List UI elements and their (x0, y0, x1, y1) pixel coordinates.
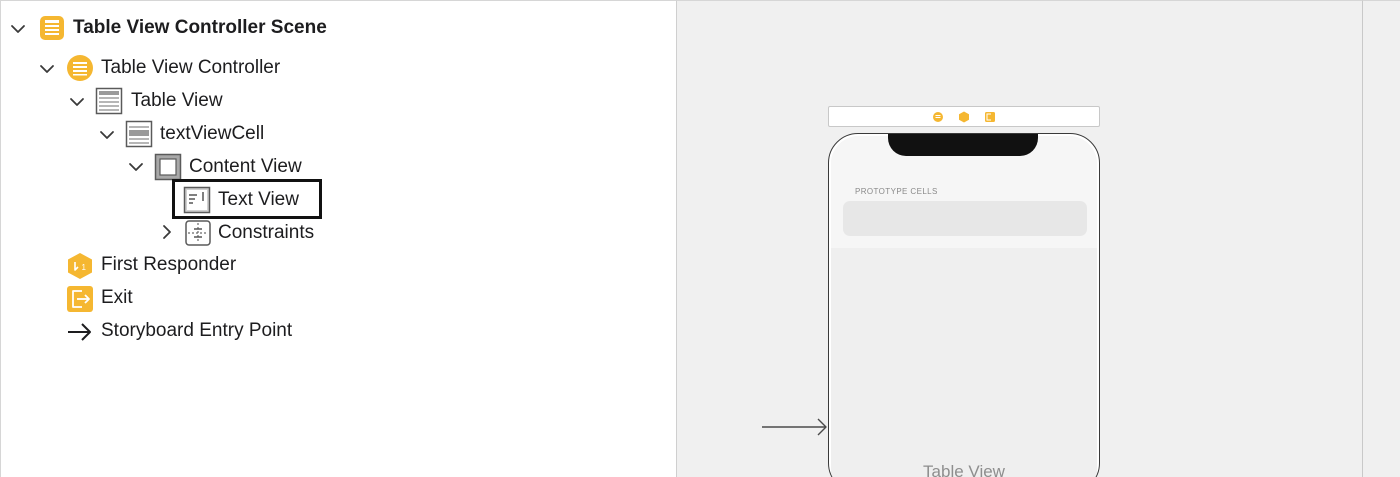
outline-item-label: Storyboard Entry Point (101, 320, 293, 341)
prototype-cell[interactable] (843, 201, 1087, 236)
scene-icon (38, 14, 66, 42)
outline-row-storyboard-entry-point[interactable]: Storyboard Entry Point (101, 316, 292, 346)
exit-dock-icon[interactable] (984, 111, 996, 123)
chevron-down-icon[interactable] (99, 127, 115, 143)
outline-row-first-responder[interactable]: First Responder (101, 250, 236, 280)
chevron-down-icon[interactable] (128, 159, 144, 175)
storyboard-entry-arrow-icon[interactable] (762, 416, 830, 438)
outline-row-scene[interactable]: Table View Controller Scene (73, 13, 327, 43)
first-responder-icon: 1 (66, 252, 94, 280)
outline-row-text-view-cell[interactable]: textViewCell (160, 119, 264, 149)
scene-dock[interactable] (828, 106, 1100, 127)
chevron-down-icon[interactable] (39, 61, 55, 77)
outline-item-label: Table View (131, 90, 223, 111)
outline-row-text-view[interactable]: Text View (218, 185, 299, 215)
chevron-down-icon[interactable] (10, 21, 26, 37)
phone-notch (888, 134, 1038, 156)
outline-row-constraints[interactable]: Constraints (218, 218, 314, 248)
table-view-controller-icon (66, 54, 94, 82)
outline-item-label: Content View (189, 156, 302, 177)
chevron-down-icon[interactable] (69, 94, 85, 110)
content-view-icon (154, 153, 182, 181)
entry-point-arrow-icon (66, 318, 94, 346)
outline-item-label: Constraints (218, 222, 315, 243)
canvas-side-strip (1362, 0, 1400, 477)
prototype-cells-label: PROTOTYPE CELLS (855, 187, 938, 196)
table-view-placeholder-label: Table View (923, 462, 1005, 477)
table-view-cell-icon (125, 120, 153, 148)
first-responder-dock-icon[interactable] (958, 111, 970, 123)
outline-row-exit[interactable]: Exit (101, 283, 133, 313)
scene-title: Table View Controller Scene (73, 17, 327, 38)
chevron-right-icon[interactable] (159, 224, 175, 240)
document-outline: Table View Controller Scene Table View C… (0, 0, 676, 477)
exit-icon (66, 285, 94, 313)
outline-item-label: First Responder (101, 254, 237, 275)
outline-row-content-view[interactable]: Content View (189, 152, 302, 182)
outline-item-label: textViewCell (160, 123, 265, 144)
table-view-icon (95, 87, 123, 115)
iphone-frame[interactable]: PROTOTYPE CELLS Table View (828, 133, 1100, 477)
constraints-icon (184, 219, 212, 247)
view-controller-dock-icon[interactable] (932, 111, 944, 123)
outline-item-label: Table View Controller (101, 57, 281, 78)
outline-row-table-view[interactable]: Table View (131, 86, 223, 116)
text-view-icon (183, 186, 211, 214)
outline-item-label: Text View (218, 189, 299, 210)
table-view-preview[interactable]: PROTOTYPE CELLS Table View (831, 136, 1097, 477)
outline-row-table-view-controller[interactable]: Table View Controller (101, 53, 280, 83)
outline-item-label: Exit (101, 287, 133, 308)
svg-text:1: 1 (82, 263, 87, 272)
